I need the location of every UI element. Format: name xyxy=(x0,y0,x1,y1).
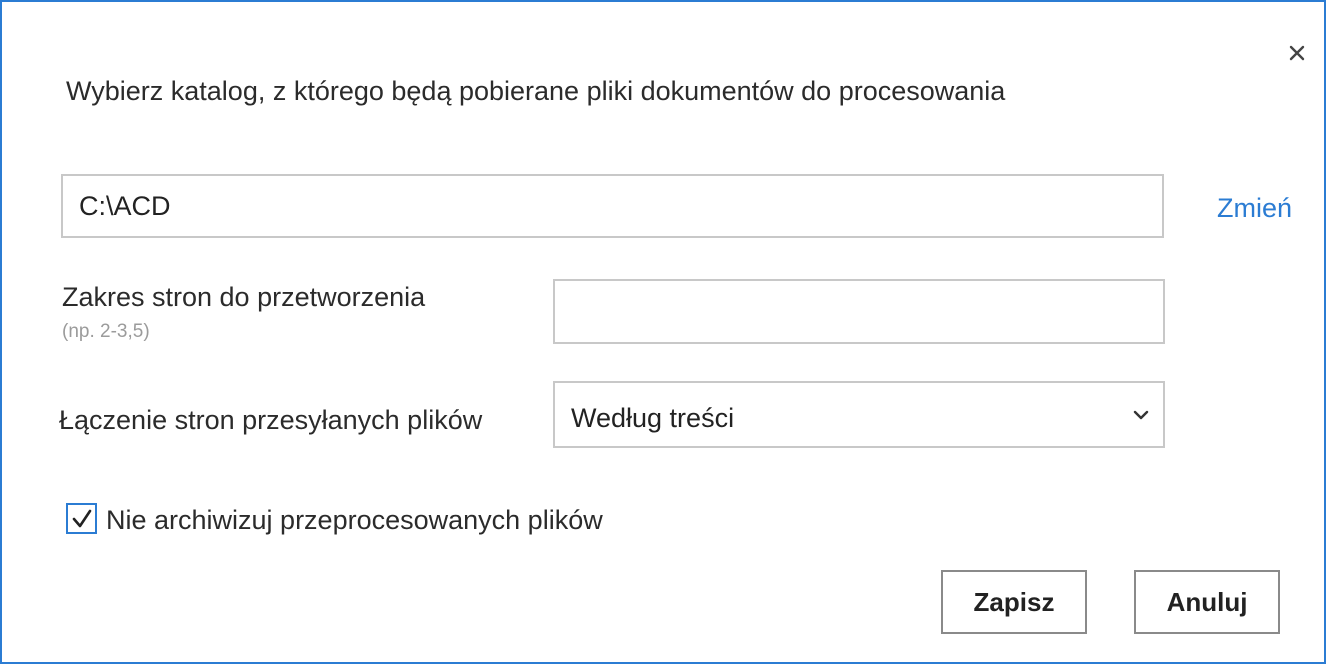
dialog-title: Wybierz katalog, z którego będą pobieran… xyxy=(66,76,1006,106)
close-button[interactable] xyxy=(1282,38,1312,68)
close-icon xyxy=(1289,45,1305,61)
page-range-label: Zakres stron do przetworzenia xyxy=(62,282,426,312)
archive-checkbox[interactable] xyxy=(66,503,97,534)
checkmark-icon xyxy=(72,509,92,528)
chevron-down-icon xyxy=(1133,410,1149,420)
save-button[interactable]: Zapisz xyxy=(941,570,1087,634)
archive-checkbox-label: Nie archiwizuj przeprocesowanych plików xyxy=(106,505,603,535)
page-merge-label: Łączenie stron przesyłanych plików xyxy=(59,405,483,435)
cancel-button[interactable]: Anuluj xyxy=(1134,570,1280,634)
page-range-input[interactable] xyxy=(553,279,1165,344)
page-range-hint: (np. 2-3,5) xyxy=(62,321,150,342)
page-merge-select[interactable]: Według treści xyxy=(553,381,1165,448)
folder-selection-dialog: Wybierz katalog, z którego będą pobieran… xyxy=(0,0,1326,664)
page-merge-selected-value: Według treści xyxy=(571,403,735,433)
change-folder-link[interactable]: Zmień xyxy=(1217,193,1292,224)
folder-path-input[interactable] xyxy=(61,174,1164,238)
